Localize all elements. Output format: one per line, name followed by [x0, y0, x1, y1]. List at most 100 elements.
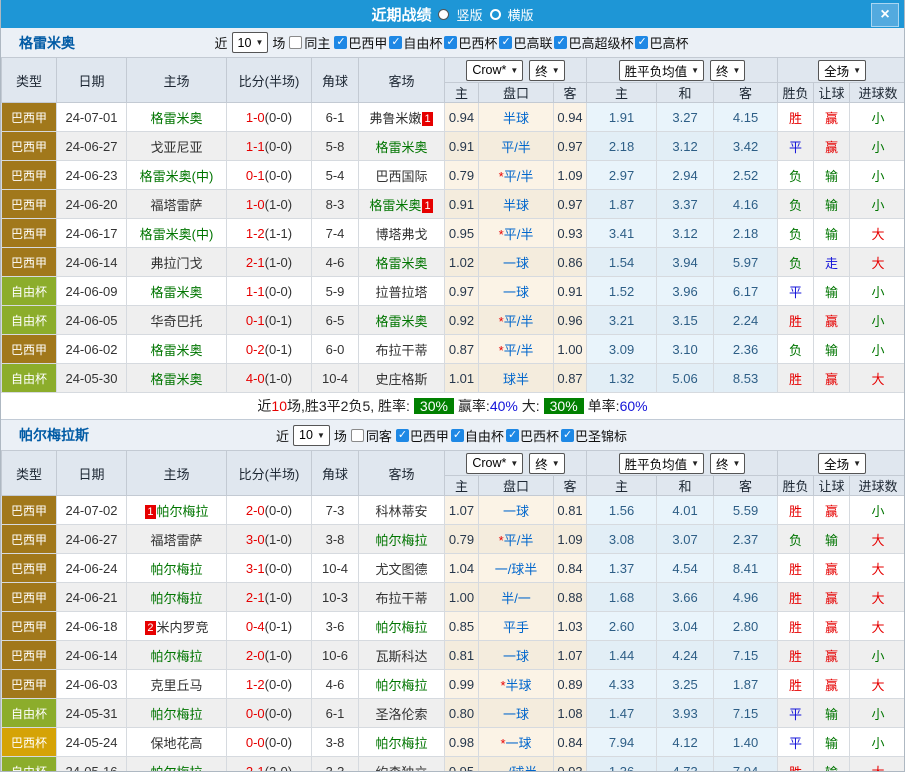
result-wdl: 胜	[778, 641, 814, 670]
avg-stage-select[interactable]: 终▼	[710, 60, 745, 81]
odds-stage-select[interactable]: 终▼	[529, 60, 564, 81]
league-checkbox[interactable]	[451, 429, 464, 442]
odds-source-select[interactable]: Crow*▼	[466, 453, 523, 474]
horizontal-layout-radio[interactable]	[490, 9, 501, 20]
result-handicap: 赢	[814, 103, 850, 132]
odds-handicap: *平/半	[479, 525, 554, 554]
result-wdl: 胜	[778, 496, 814, 525]
away-team: 科林蒂安	[359, 496, 445, 525]
away-team: 帕尔梅拉	[359, 525, 445, 554]
same-venue-checkbox[interactable]	[351, 429, 364, 442]
col-avg-draw: 和	[657, 83, 714, 103]
avg-home: 7.94	[587, 728, 657, 757]
league-filter[interactable]: 巴高联	[499, 33, 552, 52]
close-icon[interactable]: ×	[871, 3, 899, 27]
odds-stage-select[interactable]: 终▼	[529, 453, 564, 474]
league-filter[interactable]: 自由杯	[389, 33, 442, 52]
corner-score: 3-8	[312, 728, 359, 757]
result-goals: 大	[850, 219, 905, 248]
odds-away: 1.09	[554, 525, 587, 554]
league-checkbox[interactable]	[554, 36, 567, 49]
corner-score: 4-6	[312, 670, 359, 699]
away-team: 帕尔梅拉	[359, 612, 445, 641]
col-handicap: 盘口	[479, 83, 554, 103]
col-corner: 角球	[312, 58, 359, 103]
match-date: 24-05-30	[57, 364, 127, 393]
result-handicap: 输	[814, 277, 850, 306]
league-type-badge: 巴西甲	[2, 496, 57, 525]
result-wdl: 负	[778, 190, 814, 219]
avg-select[interactable]: 胜平负均值▼	[619, 453, 704, 474]
league-filter[interactable]: 巴西甲	[334, 33, 387, 52]
league-checkbox[interactable]	[499, 36, 512, 49]
corner-score: 7-3	[312, 496, 359, 525]
corner-score: 10-3	[312, 583, 359, 612]
avg-away: 1.40	[714, 728, 778, 757]
avg-away: 2.80	[714, 612, 778, 641]
league-filter[interactable]: 巴高超级杯	[554, 33, 633, 52]
league-checkbox[interactable]	[561, 429, 574, 442]
match-date: 24-06-23	[57, 161, 127, 190]
league-checkbox[interactable]	[444, 36, 457, 49]
avg-away: 7.94	[714, 757, 778, 772]
league-checkbox[interactable]	[389, 36, 402, 49]
league-filter[interactable]: 巴西甲	[396, 426, 449, 445]
odds-away: 1.08	[554, 699, 587, 728]
league-type-badge: 巴西甲	[2, 670, 57, 699]
result-handicap: 赢	[814, 583, 850, 612]
col-avg-draw: 和	[657, 476, 714, 496]
avg-stage-select[interactable]: 终▼	[710, 453, 745, 474]
horizontal-layout-label[interactable]: 横版	[508, 5, 534, 24]
score: 2-1(1-0)	[227, 583, 312, 612]
same-venue-checkbox[interactable]	[289, 36, 302, 49]
corner-score: 5-4	[312, 161, 359, 190]
recent-count-select[interactable]: 10▼	[232, 32, 269, 53]
odds-handicap: *半球	[479, 670, 554, 699]
league-filter[interactable]: 巴西杯	[444, 33, 497, 52]
avg-away: 8.41	[714, 554, 778, 583]
avg-draw: 4.54	[657, 554, 714, 583]
vertical-layout-radio[interactable]	[438, 9, 449, 20]
league-filters: 巴西甲自由杯巴西杯巴高联巴高超级杯巴高杯	[334, 33, 690, 52]
home-team: 帕尔梅拉	[127, 757, 227, 772]
scope-select[interactable]: 全场▼	[818, 60, 866, 81]
league-checkbox[interactable]	[334, 36, 347, 49]
scope-select[interactable]: 全场▼	[818, 453, 866, 474]
score: 0-1(0-1)	[227, 306, 312, 335]
league-checkbox[interactable]	[396, 429, 409, 442]
league-checkbox[interactable]	[635, 36, 648, 49]
col-score: 比分(半场)	[227, 451, 312, 496]
odds-source-select[interactable]: Crow*▼	[466, 60, 523, 81]
vertical-layout-label[interactable]: 竖版	[456, 5, 482, 24]
result-goals: 小	[850, 496, 905, 525]
rank-badge: 1	[422, 112, 432, 126]
league-filter[interactable]: 巴高杯	[635, 33, 688, 52]
avg-away: 2.52	[714, 161, 778, 190]
league-checkbox[interactable]	[506, 429, 519, 442]
col-avg-home: 主	[587, 83, 657, 103]
match-row: 自由杯 24-05-31 帕尔梅拉 0-0(0-0) 6-1 圣洛伦索 0.80…	[2, 699, 905, 728]
match-row: 巴西甲 24-06-14 弗拉门戈 2-1(1-0) 4-6 格雷米奥 1.02…	[2, 248, 905, 277]
recent-count-select[interactable]: 10▼	[293, 425, 330, 446]
result-handicap: 赢	[814, 496, 850, 525]
league-filter[interactable]: 巴西杯	[506, 426, 559, 445]
league-filter[interactable]: 自由杯	[451, 426, 504, 445]
col-home: 主场	[127, 58, 227, 103]
chevron-down-icon: ▼	[552, 459, 560, 468]
col-wdl: 胜负	[778, 83, 814, 103]
odds-away: 0.93	[554, 757, 587, 772]
result-handicap: 赢	[814, 132, 850, 161]
same-venue-filter[interactable]: 同客	[351, 426, 392, 445]
same-venue-filter[interactable]: 同主	[289, 33, 330, 52]
avg-away: 2.37	[714, 525, 778, 554]
avg-draw: 4.01	[657, 496, 714, 525]
result-goals: 小	[850, 161, 905, 190]
league-filter[interactable]: 巴圣锦标	[561, 426, 627, 445]
col-date: 日期	[57, 451, 127, 496]
odds-away: 0.81	[554, 496, 587, 525]
avg-away: 2.36	[714, 335, 778, 364]
avg-select[interactable]: 胜平负均值▼	[619, 60, 704, 81]
match-row: 巴西甲 24-06-21 帕尔梅拉 2-1(1-0) 10-3 布拉干蒂 1.0…	[2, 583, 905, 612]
match-date: 24-06-05	[57, 306, 127, 335]
avg-home: 1.54	[587, 248, 657, 277]
